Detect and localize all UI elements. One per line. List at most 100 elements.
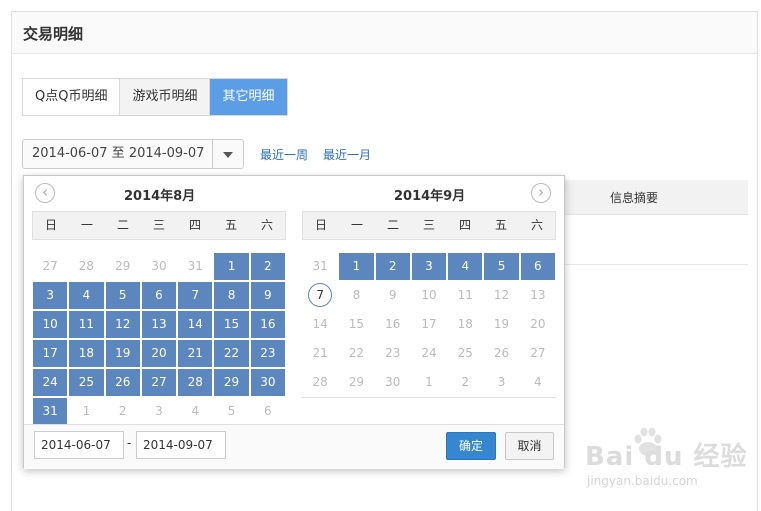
day-cell[interactable]: 21 [302, 339, 338, 368]
start-date-input[interactable] [34, 431, 124, 459]
day-cell[interactable]: 10 [411, 281, 447, 310]
day-cell[interactable]: 15 [213, 310, 250, 339]
detail-tabs: Q点Q币明细 游戏币明细 其它明细 [22, 78, 288, 116]
day-cell[interactable]: 1 [411, 368, 447, 397]
end-date-input[interactable] [136, 431, 226, 459]
day-cell[interactable]: 24 [411, 339, 447, 368]
day-cell[interactable]: 6 [250, 397, 286, 426]
day-cell[interactable]: 20 [520, 310, 556, 339]
day-cell[interactable]: 9 [249, 281, 286, 310]
day-cell[interactable]: 2 [374, 252, 411, 281]
tab-game-coin[interactable]: 游戏币明细 [120, 79, 211, 115]
recent-week-link[interactable]: 最近一周 [260, 146, 308, 163]
day-cell[interactable]: 3 [141, 397, 177, 426]
weekday-sat: 六 [530, 218, 543, 232]
day-cell[interactable]: 18 [447, 310, 483, 339]
day-cell[interactable]: 5 [483, 252, 520, 281]
tab-other[interactable]: 其它明细 [210, 79, 287, 115]
day-cell[interactable]: 8 [338, 281, 374, 310]
day-cell[interactable]: 28 [68, 252, 104, 281]
day-cell[interactable]: 30 [375, 368, 411, 397]
day-grid-september: 31 1 2 3 4 5 6 7 8 9 10 11 12 13 14 15 16 17 18 19 20 21 22 23 2… [302, 252, 556, 398]
day-cell[interactable]: 16 [249, 310, 286, 339]
day-cell[interactable]: 5 [104, 281, 141, 310]
day-cell[interactable]: 28 [302, 368, 338, 397]
day-cell[interactable]: 31 [302, 252, 338, 281]
day-cell[interactable]: 8 [213, 281, 250, 310]
day-cell[interactable]: 26 [483, 339, 519, 368]
confirm-button[interactable]: 确定 [446, 432, 496, 460]
day-cell[interactable]: 20 [140, 339, 178, 368]
day-cell[interactable]: 29 [338, 368, 374, 397]
recent-month-link[interactable]: 最近一月 [323, 146, 371, 163]
day-cell[interactable]: 25 [68, 368, 105, 397]
day-cell[interactable]: 15 [338, 310, 374, 339]
day-cell[interactable]: 27 [520, 339, 556, 368]
day-cell[interactable]: 6 [140, 281, 178, 310]
day-cell[interactable]: 23 [249, 339, 286, 368]
weekday-header: 日 一 二 三 四 五 六 [32, 211, 286, 240]
day-cell[interactable]: 12 [104, 310, 141, 339]
day-cell[interactable]: 14 [177, 310, 214, 339]
day-cell[interactable]: 9 [375, 281, 411, 310]
day-cell[interactable]: 29 [105, 252, 141, 281]
chevron-left-icon[interactable]: ‹ [35, 183, 55, 203]
day-cell[interactable]: 17 [411, 310, 447, 339]
day-cell[interactable]: 26 [104, 368, 141, 397]
day-cell[interactable]: 31 [32, 397, 69, 426]
date-range-select[interactable]: 2014-06-07 至 2014-09-07 [22, 139, 244, 169]
day-cell[interactable]: 16 [375, 310, 411, 339]
day-cell[interactable]: 1 [68, 397, 104, 426]
day-cell[interactable]: 29 [213, 368, 250, 397]
day-cell[interactable]: 28 [177, 368, 214, 397]
day-cell[interactable]: 25 [447, 339, 483, 368]
day-cell[interactable]: 14 [302, 310, 338, 339]
day-cell[interactable]: 13 [140, 310, 178, 339]
day-cell[interactable]: 27 [140, 368, 178, 397]
day-cell[interactable]: 3 [483, 368, 519, 397]
weekday-sat: 六 [260, 218, 273, 232]
day-cell[interactable]: 4 [177, 397, 213, 426]
day-cell[interactable]: 19 [104, 339, 141, 368]
tab-qpoint-qcoin[interactable]: Q点Q币明细 [23, 79, 121, 115]
day-cell[interactable]: 12 [483, 281, 519, 310]
day-cell[interactable]: 18 [68, 339, 105, 368]
day-cell[interactable]: 11 [447, 281, 483, 310]
weekday-tue: 二 [386, 218, 399, 232]
day-cell[interactable]: 30 [249, 368, 286, 397]
weekday-tue: 二 [116, 218, 129, 232]
day-cell[interactable]: 22 [213, 339, 250, 368]
day-cell[interactable]: 6 [519, 252, 556, 281]
day-cell[interactable]: 31 [177, 252, 213, 281]
day-cell[interactable]: 13 [520, 281, 556, 310]
caret-down-icon[interactable] [212, 140, 243, 168]
day-cell[interactable]: 23 [375, 339, 411, 368]
chevron-right-icon[interactable]: › [531, 183, 551, 203]
day-cell[interactable]: 11 [68, 310, 105, 339]
day-cell[interactable]: 21 [177, 339, 214, 368]
day-cell[interactable]: 1 [338, 252, 375, 281]
day-cell[interactable]: 5 [213, 397, 249, 426]
day-cell[interactable]: 4 [520, 368, 556, 397]
day-cell[interactable]: 4 [447, 252, 484, 281]
day-cell[interactable]: 4 [68, 281, 105, 310]
weekday-header: 日 一 二 三 四 五 六 [302, 211, 556, 240]
day-cell[interactable]: 2 [447, 368, 483, 397]
day-cell[interactable]: 30 [141, 252, 177, 281]
weekday-thu: 四 [458, 218, 471, 232]
day-cell[interactable]: 19 [483, 310, 519, 339]
day-cell[interactable]: 2 [105, 397, 141, 426]
day-cell[interactable]: 3 [410, 252, 448, 281]
day-cell[interactable]: 24 [32, 368, 69, 397]
day-cell[interactable]: 2 [249, 252, 286, 281]
day-cell[interactable]: 17 [32, 339, 69, 368]
day-cell[interactable]: 7 [177, 281, 214, 310]
day-cell[interactable]: 22 [338, 339, 374, 368]
day-cell[interactable]: 10 [32, 310, 69, 339]
cancel-button[interactable]: 取消 [505, 432, 554, 460]
panel-title: 交易明细 [23, 25, 84, 43]
day-cell[interactable]: 1 [213, 252, 250, 281]
day-cell[interactable]: 3 [32, 281, 69, 310]
day-cell[interactable]: 27 [32, 252, 68, 281]
day-cell[interactable]: 7 [302, 281, 338, 310]
